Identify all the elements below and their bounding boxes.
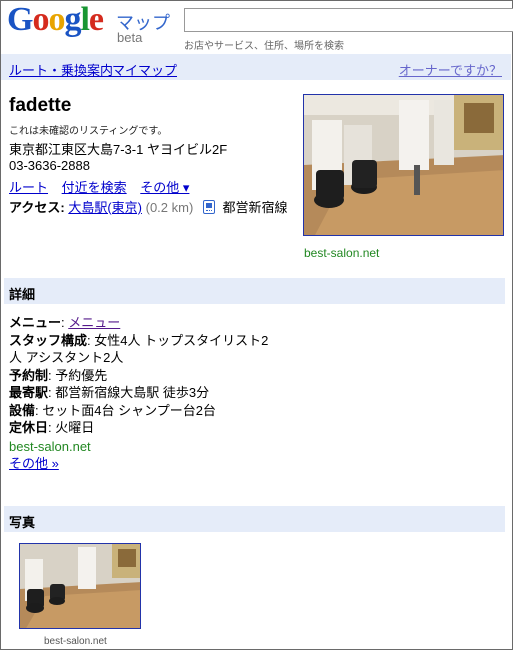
detail-row: 最寄駅: 都営新宿線大島駅 徒歩3分: [9, 384, 279, 402]
photos-section-title: 写真: [9, 515, 36, 530]
menu-link[interactable]: メニュー: [68, 315, 120, 330]
detail-value: : 予約優先: [48, 367, 108, 383]
detail-row: メニュー: メニュー: [9, 315, 121, 330]
details-more-link[interactable]: その他 »: [9, 456, 59, 471]
detail-key: メニュー: [9, 315, 62, 330]
detail-value: : セット面4台 シャンプー台2台: [35, 402, 216, 418]
detail-key: 設備: [9, 402, 36, 418]
my-maps-link[interactable]: マイマップ: [112, 60, 177, 79]
detail-value: : 都営新宿線大島駅 徒歩3分: [48, 385, 210, 400]
place-title: fadette: [9, 95, 72, 116]
access-label: アクセス:: [9, 200, 65, 215]
route-transit-link[interactable]: ルート・乗換案内: [9, 60, 113, 79]
google-logo[interactable]: Google: [7, 2, 104, 38]
detail-row: スタッフ構成: 女性4人 トップスタイリスト2人 アシスタント2人: [9, 332, 279, 367]
more-actions-link[interactable]: その他 ▾: [140, 180, 189, 195]
station-link[interactable]: 大島駅(東京): [68, 200, 142, 215]
route-link[interactable]: ルート: [9, 180, 48, 195]
access-info: アクセス: 大島駅(東京) (0.2 km) 都営新宿線: [9, 197, 288, 216]
search-nearby-link[interactable]: 付近を検索: [62, 180, 127, 195]
business-owner-link[interactable]: オーナーですか？: [399, 60, 502, 79]
details-list: メニュー: メニュー スタッフ構成: 女性4人 トップスタイリスト2人 アシスタ…: [9, 314, 279, 473]
photo-thumbnail[interactable]: [19, 543, 141, 629]
unconfirmed-note: これは未確認のリスティングです。: [9, 126, 168, 137]
detail-key: スタッフ構成: [9, 332, 88, 348]
nav-bar: ルート・乗換案内 マイマップ オーナーですか？: [1, 54, 511, 80]
thumbnail-caption: best-salon.net: [44, 636, 107, 647]
details-section-title: 詳細: [9, 287, 36, 302]
station-distance: (0.2 km): [145, 200, 194, 215]
detail-key: 予約制: [9, 367, 49, 383]
detail-key: 最寄駅: [9, 385, 49, 400]
detail-row: 予約制: 予約優先: [9, 367, 279, 385]
train-icon: [202, 200, 215, 214]
photos-section-header: 写真: [4, 506, 505, 532]
detail-row: 定休日: 火曜日: [9, 419, 279, 437]
detail-key: 定休日: [9, 420, 49, 435]
train-line: 都営新宿線: [222, 200, 288, 215]
place-phone: 03-3636-2888: [9, 158, 90, 173]
photo-source: best-salon.net: [304, 246, 380, 260]
search-hint: お店やサービス、住所、場所を検索: [184, 41, 344, 52]
salon-photo[interactable]: [303, 94, 504, 236]
details-source: best-salon.net: [9, 438, 91, 454]
place-actions: ルート 付近を検索 その他 ▾: [9, 177, 199, 196]
search-input[interactable]: [184, 8, 513, 32]
beta-label: beta: [117, 30, 143, 45]
place-address: 東京都江東区大島7-3-1 ヤヨイビル2F: [9, 142, 228, 157]
detail-row: 設備: セット面4台 シャンプー台2台: [9, 402, 279, 420]
details-section-header: 詳細: [4, 278, 505, 304]
detail-value: : 火曜日: [48, 420, 95, 435]
